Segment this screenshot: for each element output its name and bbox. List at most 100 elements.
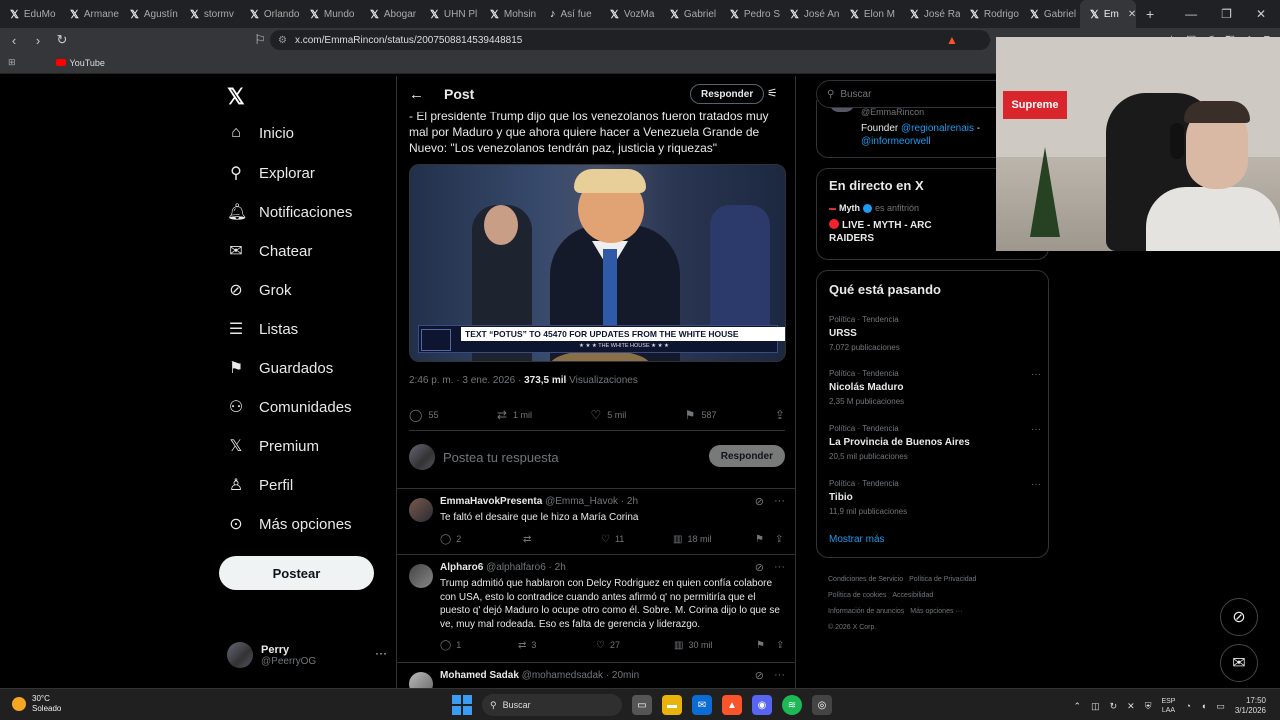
nav-notifications[interactable]: 🔔︎ Notificaciones bbox=[227, 202, 352, 222]
more-dots-icon[interactable]: ··· bbox=[1031, 369, 1041, 380]
trend-item[interactable]: Política · Tendencia La Provincia de Bue… bbox=[829, 424, 1041, 461]
close-window-icon[interactable]: ✕ bbox=[1256, 7, 1266, 21]
messages-fab-button[interactable]: ✉ bbox=[1220, 644, 1258, 682]
share-action[interactable]: ⇪ bbox=[775, 534, 783, 545]
language-indicator[interactable]: ESP LAA bbox=[1161, 697, 1175, 715]
more-dots-icon[interactable]: ··· bbox=[774, 495, 785, 508]
views-action[interactable]: ▥ 18 mil bbox=[673, 534, 755, 545]
trend-item[interactable]: Política · Tendencia Nicolás Maduro 2,35… bbox=[829, 369, 1041, 406]
task-view-icon[interactable]: ▭ bbox=[632, 695, 652, 715]
file-explorer-icon[interactable]: ▬ bbox=[662, 695, 682, 715]
brave-shield-icon[interactable]: ▲ bbox=[946, 33, 958, 47]
chevron-up-icon[interactable]: ⌃ bbox=[1074, 701, 1082, 712]
restore-icon[interactable]: ❐ bbox=[1221, 7, 1232, 21]
nav-more[interactable]: ⊙ Más opciones bbox=[227, 514, 351, 534]
bio-link[interactable]: @informeorwell bbox=[861, 136, 931, 147]
views-action[interactable]: ▥ 30 mil bbox=[674, 640, 756, 651]
browser-tab[interactable]: ♪ Así fue bbox=[540, 0, 600, 28]
nav-home[interactable]: ⌂ Inicio bbox=[227, 124, 294, 142]
reply-submit-button[interactable]: Responder bbox=[708, 445, 785, 467]
browser-tab[interactable]: 𝕏 Elon M bbox=[840, 0, 900, 28]
browser-tab[interactable]: 𝕏 VozMa bbox=[600, 0, 660, 28]
forward-icon[interactable]: › bbox=[28, 33, 48, 48]
reply-header-button[interactable]: Responder bbox=[690, 84, 765, 104]
browser-tab[interactable]: 𝕏 Pedro S bbox=[720, 0, 780, 28]
share-action[interactable]: ⇪ bbox=[776, 640, 784, 651]
reload-icon[interactable]: ↻ bbox=[52, 32, 72, 48]
mute-icon[interactable]: ✕ bbox=[1127, 701, 1135, 712]
browser-tab[interactable]: 𝕏 UHN Pl bbox=[420, 0, 480, 28]
browser-tab[interactable]: 𝕏 Armane bbox=[60, 0, 120, 28]
network-icon[interactable]: ◫ bbox=[1091, 701, 1100, 712]
post-video[interactable]: TEXT “POTUS” TO 45470 FOR UPDATES FROM T… bbox=[409, 164, 786, 362]
show-more-link[interactable]: Mostrar más bbox=[829, 534, 885, 545]
volume-icon[interactable]: ◖ bbox=[1201, 701, 1206, 711]
sync-icon[interactable]: ↻ bbox=[1110, 701, 1118, 712]
post-button[interactable]: Postear bbox=[219, 556, 374, 590]
apps-grid-icon[interactable]: ⊞ bbox=[8, 57, 16, 68]
nav-profile[interactable]: ♙ Perfil bbox=[227, 475, 293, 495]
bookmark-action[interactable]: ⚑ bbox=[755, 534, 775, 545]
browser-tab[interactable]: 𝕏 José An bbox=[780, 0, 840, 28]
spotify-icon[interactable]: ≋ bbox=[782, 695, 802, 715]
nav-explore[interactable]: ⚲ Explorar bbox=[227, 163, 315, 183]
more-dots-icon[interactable]: ··· bbox=[774, 669, 785, 682]
repost-action[interactable]: ⇄ 1 mil bbox=[497, 408, 532, 422]
reply-action[interactable]: ◯ 55 bbox=[409, 408, 438, 422]
wifi-icon[interactable]: ◔ bbox=[1185, 701, 1190, 711]
share-action[interactable]: ⇪ bbox=[775, 408, 785, 422]
grok-icon[interactable]: ⊘ bbox=[755, 669, 764, 682]
footer-link[interactable]: Condiciones de Servicio bbox=[828, 576, 903, 583]
reply-item[interactable]: Mohamed Sadak @mohamedsadak · 20min ⊘ ··· bbox=[397, 664, 795, 688]
discord-icon[interactable]: ◉ bbox=[752, 695, 772, 715]
more-dots-icon[interactable]: ··· bbox=[375, 646, 387, 660]
bookmark-page-icon[interactable]: ⚐ bbox=[250, 32, 270, 48]
grok-icon[interactable]: ⊘ bbox=[755, 561, 764, 574]
nav-communities[interactable]: ⚇ Comunidades bbox=[227, 397, 352, 417]
minimize-icon[interactable]: — bbox=[1185, 7, 1197, 21]
more-dots-icon[interactable]: ··· bbox=[1031, 479, 1041, 490]
app-icon[interactable]: ◎ bbox=[812, 695, 832, 715]
browser-tab[interactable]: 𝕏 José Ra bbox=[900, 0, 960, 28]
taskbar-search[interactable]: ⚲ Buscar bbox=[482, 694, 622, 716]
trend-item[interactable]: Política · Tendencia URSS 7.072 publicac… bbox=[829, 315, 1041, 352]
footer-link[interactable]: Información de anuncios bbox=[828, 608, 904, 615]
back-arrow-icon[interactable]: ← bbox=[409, 86, 424, 103]
footer-link[interactable]: Accesibilidad bbox=[892, 592, 933, 599]
grok-fab-button[interactable]: ⊘ bbox=[1220, 598, 1258, 636]
footer-link[interactable]: Política de Privacidad bbox=[909, 576, 976, 583]
new-tab-button[interactable]: + bbox=[1146, 6, 1154, 22]
bookmark-action[interactable]: ⚑ 587 bbox=[685, 408, 717, 422]
browser-tab[interactable]: 𝕏 EduMo bbox=[0, 0, 60, 28]
security-icon[interactable]: ⛨ bbox=[1145, 701, 1152, 712]
browser-tab[interactable]: 𝕏 Gabriel bbox=[1020, 0, 1080, 28]
browser-tab[interactable]: 𝕏stormv bbox=[180, 0, 240, 28]
grok-icon[interactable]: ⊘ bbox=[755, 495, 764, 508]
bookmark-youtube[interactable]: YouTube bbox=[55, 58, 105, 68]
reply-action[interactable]: ◯ 2 bbox=[440, 534, 523, 545]
browser-tab[interactable]: 𝕏 Orlando bbox=[240, 0, 300, 28]
close-tab-icon[interactable]: ✕ bbox=[1128, 9, 1136, 20]
reply-action[interactable]: ◯ 1 bbox=[440, 640, 518, 651]
like-action[interactable]: ♡ 11 bbox=[601, 534, 673, 545]
outlook-icon[interactable]: ✉ bbox=[692, 695, 712, 715]
browser-tab[interactable]: 𝕏 Agustín bbox=[120, 0, 180, 28]
nav-lists[interactable]: ☰ Listas bbox=[227, 319, 298, 339]
nav-premium[interactable]: 𝕏 Premium bbox=[227, 436, 319, 456]
repost-action[interactable]: ⇄ bbox=[523, 534, 601, 545]
bookmark-action[interactable]: ⚑ bbox=[756, 640, 776, 651]
footer-link[interactable]: Más opciones ··· bbox=[910, 608, 962, 615]
reply-input[interactable]: Postea tu respuesta bbox=[443, 450, 559, 465]
bio-link[interactable]: @regionalrenais bbox=[901, 123, 974, 134]
browser-tab[interactable]: 𝕏 Rodrigo bbox=[960, 0, 1020, 28]
more-dots-icon[interactable]: ··· bbox=[1031, 424, 1041, 435]
url-bar[interactable]: ⚙ x.com/EmmaRincon/status/20075088145394… bbox=[270, 30, 990, 50]
site-info-icon[interactable]: ⚙ bbox=[278, 35, 287, 46]
browser-tab[interactable]: 𝕏 Abogar bbox=[360, 0, 420, 28]
weather-widget[interactable]: 30°C Soleado bbox=[12, 694, 61, 714]
like-action[interactable]: ♡ 5 mil bbox=[590, 408, 626, 422]
windows-start-icon[interactable] bbox=[452, 695, 472, 715]
reply-item[interactable]: Alpharo6 @alphalfaro6 · 2h ⊘ ··· Trump ad… bbox=[397, 556, 795, 660]
repost-action[interactable]: ⇄ 3 bbox=[518, 640, 596, 651]
battery-icon[interactable]: ▭ bbox=[1216, 701, 1225, 712]
